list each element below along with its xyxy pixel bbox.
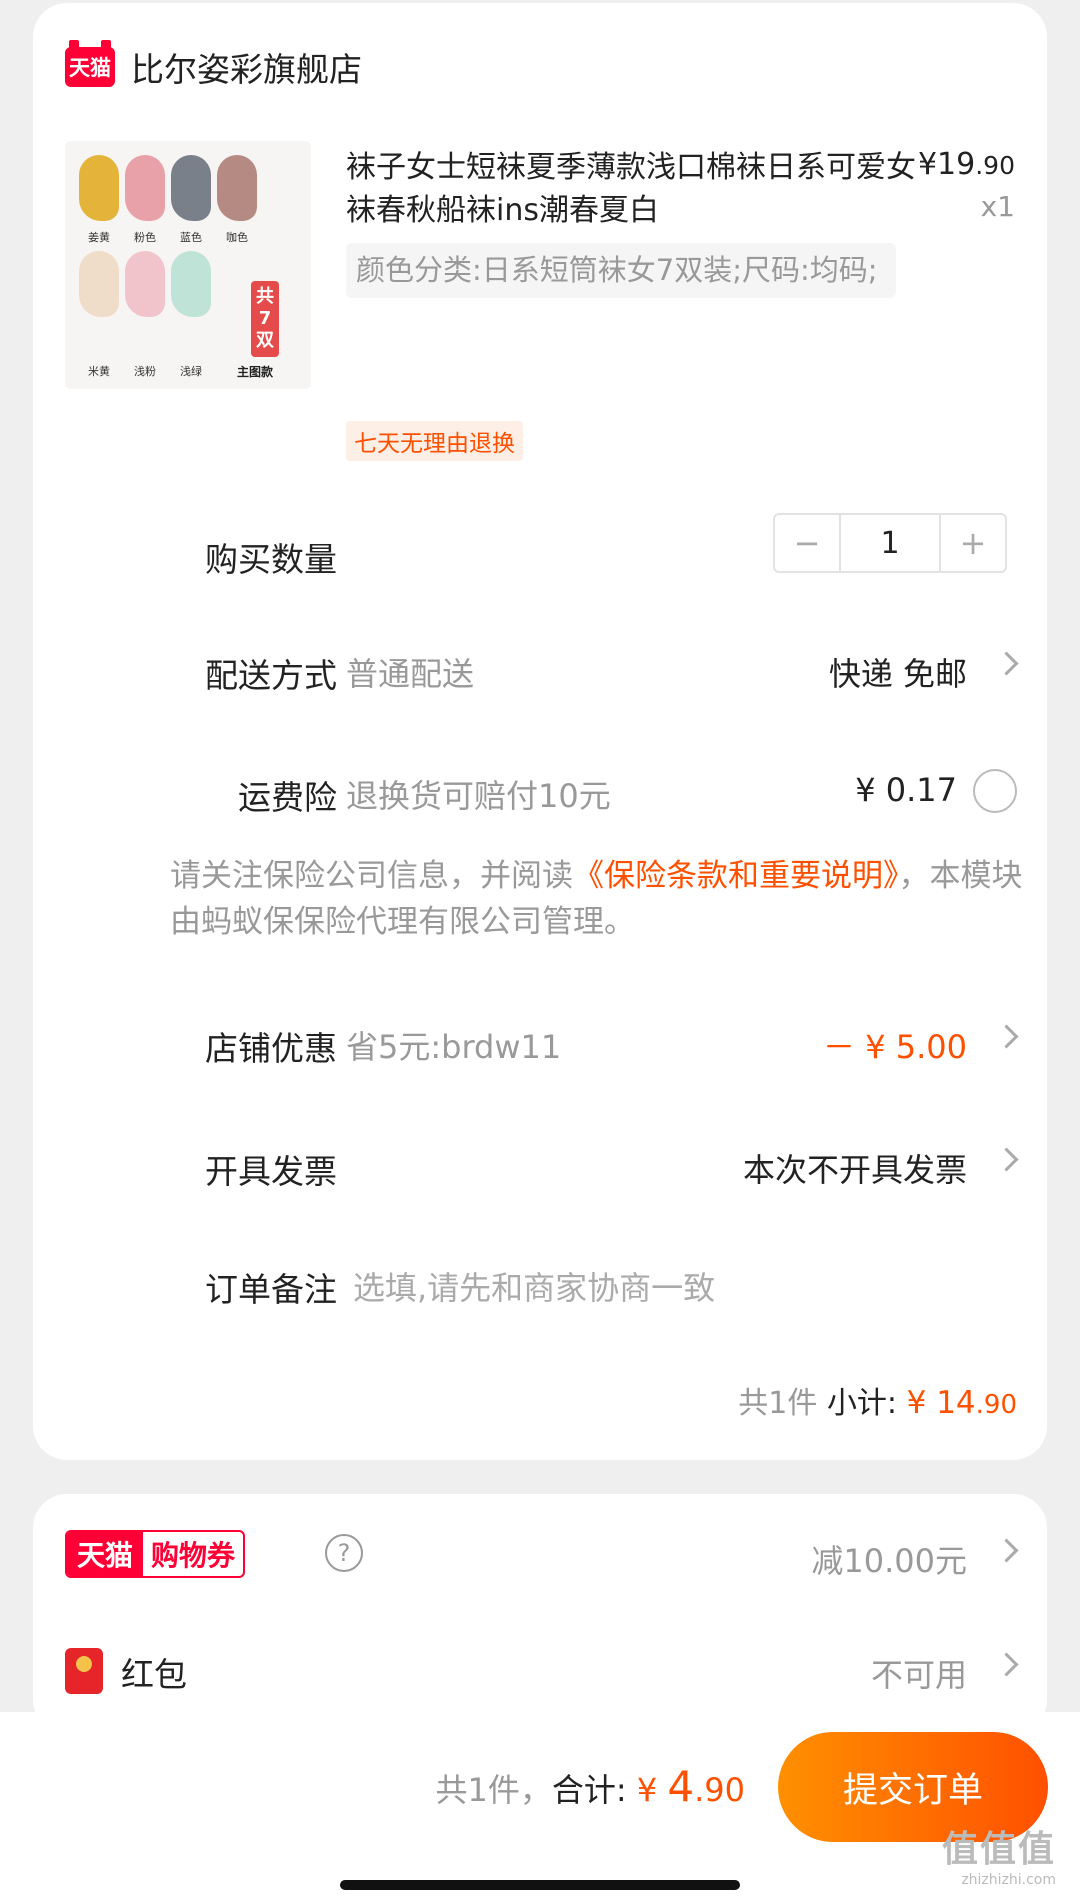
red-packet-value: 不可用 — [870, 1656, 967, 1694]
pack-tag-char: 7 — [258, 308, 272, 329]
sock-color-label: 咖色 — [226, 231, 248, 244]
chevron-right-icon — [994, 1147, 1019, 1172]
total-label: 合计: — [551, 1771, 627, 1809]
total-count: 共1件， — [435, 1771, 552, 1809]
shop-discount-label: 店铺优惠 — [205, 1029, 337, 1068]
sock-image — [79, 155, 119, 221]
watermark-logo: 值值值 — [941, 1829, 1056, 1870]
invoice-row[interactable]: 开具发票 本次不开具发票 — [33, 1135, 1047, 1195]
remark-row: 订单备注 选填,请先和商家协商一致 — [33, 1253, 1047, 1313]
product-price-box: ¥19.90 x1 — [918, 147, 1015, 223]
quantity-label: 购买数量 — [205, 540, 337, 579]
total-amount: ¥ 4.90 — [636, 1762, 745, 1811]
tmall-logo-icon: 天猫 — [65, 40, 115, 87]
delivery-value: 快递 免邮 — [828, 655, 967, 693]
chevron-right-icon — [994, 1538, 1019, 1563]
currency-symbol: ¥ — [917, 147, 938, 182]
order-total: 共1件，合计: ¥ 4.90 — [436, 1762, 746, 1811]
insurance-desc: 退换货可赔付10元 — [346, 777, 611, 815]
invoice-label: 开具发票 — [205, 1152, 337, 1191]
sock-image — [171, 155, 211, 221]
checkout-bar: 共1件，合计: ¥ 4.90 提交订单 值值值 zhizhizhi.com — [0, 1712, 1080, 1904]
benefits-card: 天猫 购物券 ? 减10.00元 红包 不可用 — [33, 1494, 1047, 1734]
red-packet-row[interactable]: 不可用 — [33, 1640, 1047, 1700]
sock-image — [125, 155, 165, 221]
insurance-terms-link[interactable]: 《保险条款和重要说明》 — [573, 858, 899, 894]
pack-count-tag: 共 7 双 — [251, 281, 279, 357]
remark-input[interactable]: 选填,请先和商家协商一致 — [353, 1263, 715, 1309]
insurance-notice: 请关注保险公司信息，并阅读《保险条款和重要说明》，本模块由蚂蚁保保险代理有限公司… — [170, 853, 1030, 945]
quantity-stepper: − 1 + — [773, 513, 1007, 573]
quantity-row: 购买数量 − 1 + — [33, 513, 1047, 583]
coupon-value: 减10.00元 — [811, 1542, 967, 1580]
sock-image — [217, 155, 257, 221]
insurance-price: ¥ 0.17 — [855, 771, 957, 809]
remark-label: 订单备注 — [205, 1270, 337, 1309]
insurance-label: 运费险 — [238, 778, 337, 817]
pack-tag-char: 双 — [256, 330, 274, 351]
coupon-row[interactable]: 减10.00元 — [33, 1526, 1047, 1586]
product-title[interactable]: 袜子女士短袜夏季薄款浅口棉袜日系可爱女袜春秋船袜ins潮春夏白 — [346, 146, 916, 232]
subtotal-amount: ¥ 14.90 — [907, 1385, 1017, 1421]
sock-color-label: 浅绿 — [180, 365, 202, 378]
pack-main-label: 主图款 — [237, 365, 274, 379]
chevron-right-icon — [994, 1024, 1019, 1049]
shop-name: 比尔姿彩旗舰店 — [131, 50, 362, 89]
delivery-row[interactable]: 配送方式 普通配送 快递 免邮 — [33, 639, 1047, 699]
sock-image — [171, 251, 211, 317]
home-indicator[interactable] — [340, 1880, 740, 1890]
pack-tag-char: 共 — [256, 286, 274, 307]
watermark-url: zhizhizhi.com — [961, 1872, 1056, 1888]
subtotal-label: 小计: — [826, 1386, 898, 1421]
return-policy-badge: 七天无理由退换 — [346, 421, 523, 461]
sock-image — [125, 251, 165, 317]
currency-symbol: ¥ — [906, 1385, 927, 1421]
quantity-value[interactable]: 1 — [839, 515, 941, 571]
notice-text: 请关注保险公司信息，并阅读 — [170, 858, 573, 894]
price-dec: .90 — [975, 151, 1015, 180]
chevron-right-icon — [994, 651, 1019, 676]
increment-button[interactable]: + — [941, 515, 1005, 571]
insurance-row: 运费险 退换货可赔付10元 ¥ 0.17 — [33, 761, 1047, 821]
total-int: 4 — [667, 1762, 695, 1811]
product-image[interactable]: 姜黄 粉色 蓝色 咖色 米黄 浅粉 浅绿 共 7 双 主图款 — [65, 141, 311, 389]
subtotal-count: 共1件 — [738, 1386, 818, 1421]
subtotal: 共1件 小计: ¥ 14.90 — [738, 1378, 1017, 1422]
sku-info[interactable]: 颜色分类:日系短筒袜女7双装;尺码:均码; — [346, 243, 896, 298]
total-dec: .90 — [694, 1771, 745, 1809]
chevron-right-icon — [994, 1652, 1019, 1677]
invoice-value: 本次不开具发票 — [742, 1151, 967, 1189]
delivery-label: 配送方式 — [205, 656, 337, 695]
sock-image — [79, 251, 119, 317]
subtotal-int: 14 — [936, 1385, 976, 1421]
shop-discount-code: 省5元:brdw11 — [346, 1028, 562, 1066]
currency-symbol: ¥ — [636, 1771, 668, 1809]
order-card: 天猫 比尔姿彩旗舰店 姜黄 粉色 蓝色 咖色 米黄 浅粉 浅绿 共 7 双 主图… — [33, 3, 1047, 1460]
delivery-method: 普通配送 — [346, 655, 475, 693]
decrement-button[interactable]: − — [775, 515, 839, 571]
shop-discount-row[interactable]: 店铺优惠 省5元:brdw11 － ¥ 5.00 — [33, 1012, 1047, 1072]
subtotal-dec: .90 — [975, 1390, 1017, 1420]
insurance-radio[interactable] — [973, 769, 1017, 813]
product-price: ¥19.90 — [918, 147, 1015, 182]
shop-discount-amount: － ¥ 5.00 — [823, 1028, 967, 1066]
shop-header[interactable]: 天猫 比尔姿彩旗舰店 — [65, 40, 362, 91]
product-quantity-mark: x1 — [980, 190, 1015, 223]
price-int: 19 — [937, 147, 976, 182]
